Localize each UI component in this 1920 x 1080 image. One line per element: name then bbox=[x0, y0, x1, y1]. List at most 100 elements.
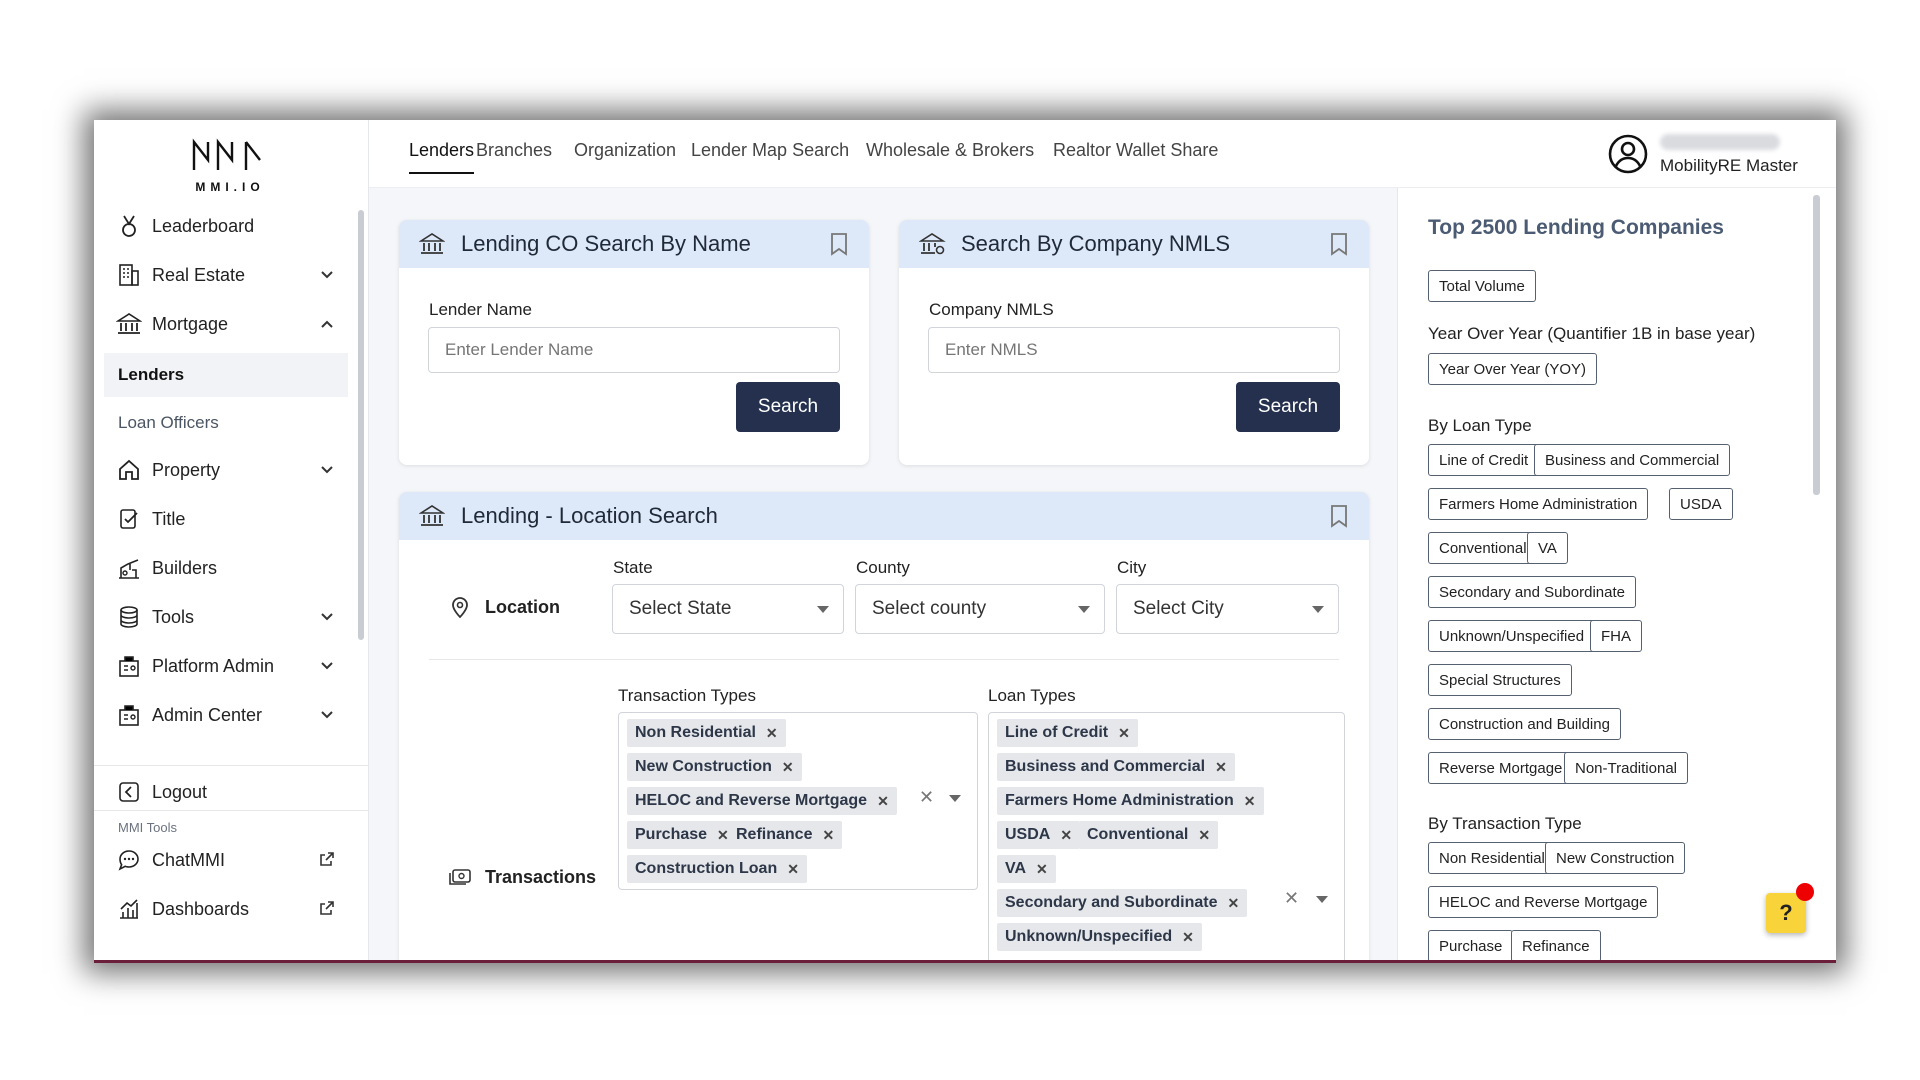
sidebar-item-label: Builders bbox=[152, 557, 218, 578]
chip-label: Farmers Home Administration bbox=[1005, 792, 1234, 809]
remove-chip-icon[interactable]: ✕ bbox=[1215, 759, 1227, 776]
selected-chip: Conventional ✕ bbox=[1079, 821, 1219, 849]
chevron-down-icon bbox=[317, 707, 337, 723]
nmls-search-button[interactable]: Search bbox=[1236, 382, 1340, 432]
remove-chip-icon[interactable]: ✕ bbox=[1227, 895, 1239, 912]
sidebar-item-tools[interactable]: Tools bbox=[104, 595, 349, 639]
lender-name-input[interactable] bbox=[428, 327, 840, 373]
nmls-label: Company NMLS bbox=[929, 300, 1054, 319]
filter-tag[interactable]: Farmers Home Administration bbox=[1428, 488, 1649, 520]
right-panel-scrollbar[interactable] bbox=[1813, 195, 1820, 495]
tab-branches[interactable]: Branches bbox=[476, 140, 552, 174]
filter-tag[interactable]: Non-Traditional bbox=[1564, 752, 1688, 784]
filter-tag[interactable]: HELOC and Reverse Mortgage bbox=[1428, 886, 1659, 918]
sidebar-item-platform-admin[interactable]: Platform Admin bbox=[104, 644, 349, 688]
filter-tag[interactable]: Secondary and Subordinate bbox=[1428, 576, 1636, 608]
user-menu[interactable]: MobilityRE Master bbox=[1608, 132, 1808, 182]
logout-button[interactable]: Logout bbox=[104, 770, 349, 814]
chevron-down-icon bbox=[317, 609, 337, 625]
nmls-search-card: Search By Company NMLS Company NMLS Sear… bbox=[899, 220, 1369, 465]
tab-wholesale-brokers[interactable]: Wholesale & Brokers bbox=[866, 140, 1034, 174]
sidebar-item-loan-officers[interactable]: Loan Officers bbox=[104, 401, 348, 445]
filter-tag[interactable]: Reverse Mortgage bbox=[1428, 752, 1574, 784]
caret-down-icon[interactable] bbox=[949, 795, 961, 802]
remove-chip-icon[interactable]: ✕ bbox=[1198, 827, 1210, 844]
remove-chip-icon[interactable]: ✕ bbox=[782, 759, 794, 776]
transaction-types-multiselect[interactable]: Non Residential ✕ New Construction ✕ HELOC a… bbox=[618, 712, 978, 890]
tag-total-volume[interactable]: Total Volume bbox=[1428, 270, 1536, 302]
chip-label: New Construction bbox=[635, 758, 772, 775]
sidebar-item-mortgage[interactable]: Mortgage bbox=[104, 302, 349, 346]
tag-yoy[interactable]: Year Over Year (YOY) bbox=[1428, 353, 1598, 385]
state-select[interactable]: Select State bbox=[612, 584, 844, 634]
clear-all-icon[interactable]: ✕ bbox=[919, 787, 934, 808]
filter-tag[interactable]: Conventional bbox=[1428, 532, 1538, 564]
filter-tag[interactable]: FHA bbox=[1590, 620, 1642, 652]
chip-label: Refinance bbox=[736, 826, 813, 843]
bar-chart-icon bbox=[114, 896, 144, 922]
chip-label: Business and Commercial bbox=[1005, 758, 1206, 775]
clear-all-icon[interactable]: ✕ bbox=[1284, 888, 1299, 909]
tab-organization[interactable]: Organization bbox=[574, 140, 676, 174]
panel-title: Top 2500 Lending Companies bbox=[1428, 216, 1724, 239]
logo[interactable]: MMI.IO bbox=[190, 138, 270, 194]
filter-tag[interactable]: Non Residential bbox=[1428, 842, 1556, 874]
filter-tag[interactable]: USDA bbox=[1669, 488, 1733, 520]
loan-types-label: Loan Types bbox=[988, 686, 1076, 705]
filter-tag[interactable]: Business and Commercial bbox=[1534, 444, 1731, 476]
sidebar-scrollbar[interactable] bbox=[358, 210, 364, 640]
lender-name-search-button[interactable]: Search bbox=[736, 382, 840, 432]
filter-tag[interactable]: New Construction bbox=[1545, 842, 1686, 874]
filter-tag[interactable]: Special Structures bbox=[1428, 664, 1572, 696]
bookmark-icon[interactable] bbox=[1329, 504, 1349, 528]
chip-label: Conventional bbox=[1087, 826, 1189, 843]
sidebar-item-real-estate[interactable]: Real Estate bbox=[104, 253, 349, 297]
sidebar-item-label: Title bbox=[152, 508, 186, 529]
sidebar-item-property[interactable]: Property bbox=[104, 448, 349, 492]
filter-tag[interactable]: Purchase bbox=[1428, 930, 1514, 960]
remove-chip-icon[interactable]: ✕ bbox=[1118, 725, 1130, 742]
remove-chip-icon[interactable]: ✕ bbox=[877, 793, 889, 810]
filter-tag[interactable]: Unknown/Unspecified bbox=[1428, 620, 1596, 652]
app-window: MMI.IO Leaderboard Real Estate Mortgage … bbox=[94, 120, 1836, 963]
remove-chip-icon[interactable]: ✕ bbox=[1182, 929, 1194, 946]
bank-search-icon bbox=[919, 231, 947, 257]
remove-chip-icon[interactable]: ✕ bbox=[787, 861, 799, 878]
bookmark-icon[interactable] bbox=[829, 232, 849, 256]
county-select[interactable]: Select county bbox=[855, 584, 1105, 634]
loan-types-multiselect[interactable]: Line of Credit ✕ Business and Commercial ✕ F… bbox=[988, 712, 1345, 960]
external-link-icon[interactable] bbox=[317, 851, 337, 870]
filter-tag[interactable]: VA bbox=[1527, 532, 1568, 564]
map-pin-icon bbox=[447, 594, 473, 620]
remove-chip-icon[interactable]: ✕ bbox=[1060, 827, 1072, 844]
sidebar-item-title[interactable]: Title bbox=[104, 497, 349, 541]
caret-down-icon[interactable] bbox=[1316, 896, 1328, 903]
top-nav: Lenders Branches Organization Lender Map… bbox=[369, 120, 1836, 188]
nmls-input[interactable] bbox=[928, 327, 1340, 373]
sidebar-item-chatmmi[interactable]: ChatMMI bbox=[104, 838, 349, 882]
external-link-icon[interactable] bbox=[317, 900, 337, 919]
city-select[interactable]: Select City bbox=[1116, 584, 1339, 634]
sidebar-item-dashboards[interactable]: Dashboards bbox=[104, 887, 349, 931]
sidebar-item-leaderboard[interactable]: Leaderboard bbox=[104, 204, 349, 248]
tab-lender-map-search[interactable]: Lender Map Search bbox=[691, 140, 849, 174]
help-button[interactable]: ? bbox=[1766, 883, 1814, 933]
sidebar-item-lenders[interactable]: Lenders bbox=[104, 353, 348, 397]
bookmark-icon[interactable] bbox=[1329, 232, 1349, 256]
divider bbox=[94, 810, 369, 811]
selected-chip: Secondary and Subordinate ✕ bbox=[997, 889, 1248, 917]
filter-tag[interactable]: Construction and Building bbox=[1428, 708, 1621, 740]
remove-chip-icon[interactable]: ✕ bbox=[1036, 861, 1048, 878]
chip-label: VA bbox=[1005, 860, 1027, 877]
filter-tag[interactable]: Refinance bbox=[1511, 930, 1601, 960]
remove-chip-icon[interactable]: ✕ bbox=[766, 725, 778, 742]
selected-chip: Refinance ✕ bbox=[728, 821, 843, 849]
tab-lenders[interactable]: Lenders bbox=[409, 140, 475, 174]
tab-realtor-wallet-share[interactable]: Realtor Wallet Share bbox=[1053, 140, 1218, 174]
sidebar-item-builders[interactable]: Builders bbox=[104, 546, 349, 590]
crane-icon bbox=[114, 555, 144, 581]
remove-chip-icon[interactable]: ✕ bbox=[1244, 793, 1256, 810]
filter-tag[interactable]: Line of Credit bbox=[1428, 444, 1540, 476]
remove-chip-icon[interactable]: ✕ bbox=[822, 827, 834, 844]
sidebar-item-admin-center[interactable]: Admin Center bbox=[104, 693, 349, 737]
